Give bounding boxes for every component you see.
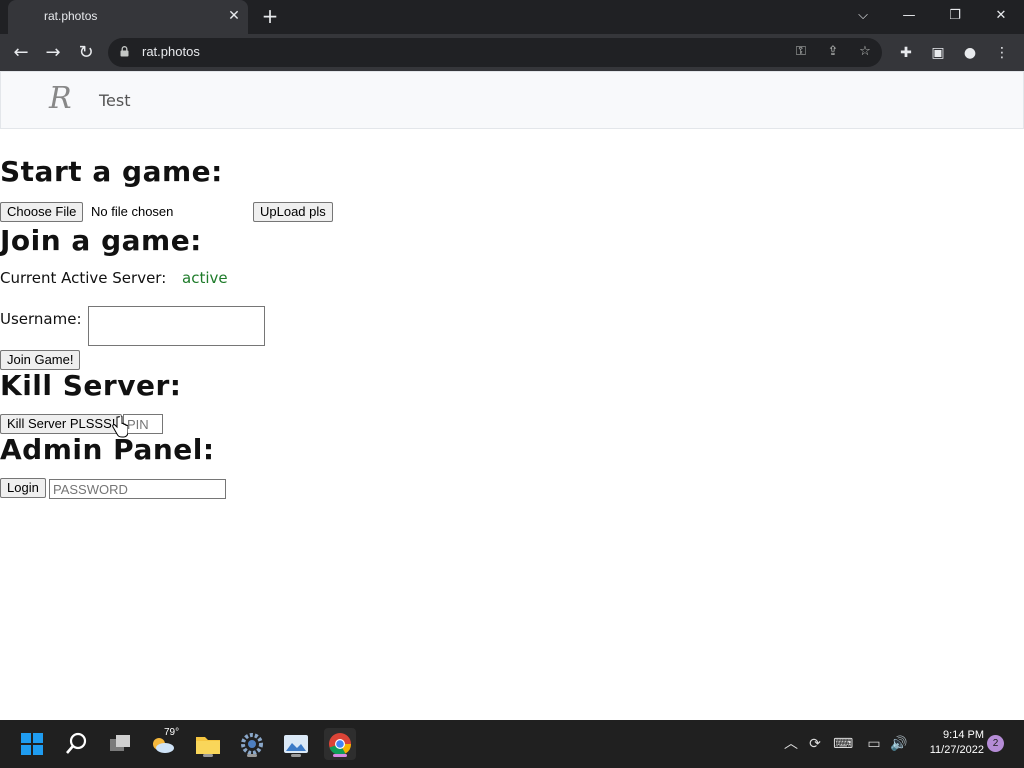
pin-input[interactable] (123, 414, 163, 434)
server-label: Current Active Server: (0, 269, 167, 287)
password-input[interactable] (49, 479, 226, 499)
kill-server-button[interactable]: Kill Server PLSSS! (0, 414, 123, 434)
choose-file-button[interactable]: Choose File (0, 202, 84, 222)
forward-icon[interactable]: → (42, 42, 64, 64)
menu-icon[interactable]: ⋮ (992, 43, 1012, 63)
clock-date: 11/27/2022 (929, 744, 984, 756)
site-brand[interactable]: Test (99, 91, 131, 110)
join-game-button[interactable]: Join Game! (0, 350, 81, 370)
volume-icon[interactable]: 🔊 (889, 734, 909, 754)
network-icon[interactable]: ▭ (864, 734, 884, 754)
lock-icon (120, 46, 129, 57)
browser-tabstrip: rat.photos ✕ + ⌵ — ❐ ✕ (0, 0, 1024, 34)
task-view-icon[interactable] (104, 728, 136, 760)
taskbar: 79° ︿ ⟳ ⌨ ▭ 🔊 9:14 PM 11/27/2022 (0, 720, 1024, 768)
admin-panel-heading: Admin Panel: (0, 433, 215, 466)
clock-time: 9:14 PM (943, 729, 984, 741)
back-icon[interactable]: ← (10, 42, 32, 64)
new-tab-icon[interactable]: + (260, 6, 280, 26)
keyboard-icon[interactable]: ⌨ (833, 734, 853, 754)
join-game-heading: Join a game: (0, 224, 202, 257)
tab-search-icon[interactable]: ⌵ (851, 6, 875, 26)
address-bar[interactable]: rat.photos ⚿ ⇪ ☆ (108, 38, 882, 67)
notification-badge[interactable]: 2 (987, 735, 1004, 752)
tab-title: rat.photos (44, 9, 98, 23)
search-icon[interactable] (60, 728, 92, 760)
extensions-icon[interactable]: ✚ (896, 43, 916, 63)
profile-icon[interactable]: ● (960, 43, 980, 63)
side-panel-icon[interactable]: ▣ (928, 43, 948, 63)
app-running-indicator (203, 754, 213, 757)
username-input[interactable] (88, 306, 265, 346)
close-window-icon[interactable]: ✕ (989, 6, 1013, 26)
login-button[interactable]: Login (0, 478, 46, 498)
photos-app-icon[interactable] (280, 728, 312, 760)
bookmark-star-icon[interactable]: ☆ (856, 43, 874, 61)
start-menu-icon[interactable] (16, 728, 48, 760)
app-active-indicator (333, 754, 347, 757)
browser-tab[interactable]: rat.photos ✕ (8, 0, 248, 34)
chrome-icon[interactable] (324, 728, 356, 760)
server-status: active (182, 269, 228, 287)
file-explorer-icon[interactable] (192, 728, 224, 760)
url-text: rat.photos (142, 44, 200, 59)
browser-toolbar: ← → ↻ rat.photos ⚿ ⇪ ☆ ✚ ▣ ● ⋮ (0, 34, 1024, 71)
settings-icon[interactable] (236, 728, 268, 760)
kill-server-heading: Kill Server: (0, 369, 182, 402)
show-hidden-icons-icon[interactable]: ︿ (781, 734, 801, 754)
app-running-indicator (291, 754, 301, 757)
restore-icon[interactable]: ❐ (943, 6, 967, 26)
close-tab-icon[interactable]: ✕ (226, 8, 242, 24)
reload-icon[interactable]: ↻ (75, 42, 97, 64)
site-logo[interactable]: R (49, 81, 72, 116)
minimize-icon[interactable]: — (897, 6, 921, 26)
key-icon[interactable]: ⚿ (792, 43, 810, 61)
no-file-text: No file chosen (91, 204, 174, 219)
web-page: R Test Start a game: Choose File No file… (0, 71, 1024, 720)
weather-widget-icon[interactable]: 79° (148, 727, 180, 760)
username-label: Username: (0, 310, 82, 328)
upload-button[interactable]: UpLoad pls (253, 202, 333, 222)
weather-temp: 79° (164, 727, 180, 738)
share-icon[interactable]: ⇪ (824, 43, 842, 61)
system-clock[interactable]: 9:14 PM 11/27/2022 (918, 728, 984, 758)
app-running-indicator (247, 754, 257, 757)
hand-cursor-icon (112, 416, 128, 438)
site-header: R Test (0, 71, 1024, 129)
sync-icon[interactable]: ⟳ (805, 734, 825, 754)
start-game-heading: Start a game: (0, 155, 223, 188)
